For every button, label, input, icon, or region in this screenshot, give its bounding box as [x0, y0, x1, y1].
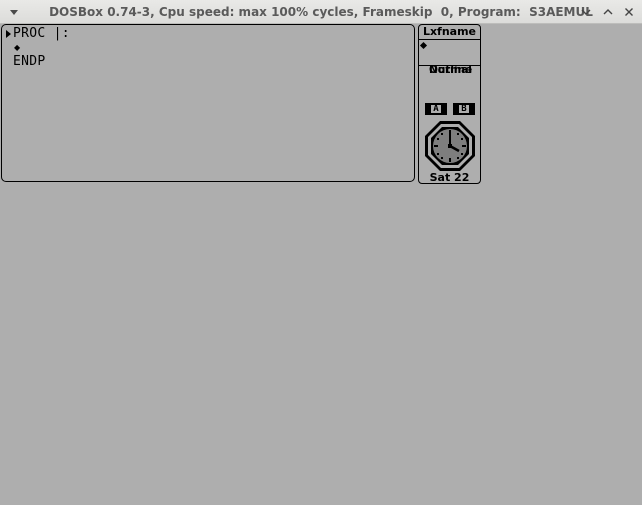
- editor-line-3[interactable]: ENDP: [13, 55, 46, 69]
- arrow-right-icon: [6, 30, 11, 38]
- option-normal[interactable]: Normal: [419, 40, 480, 76]
- dosbox-window: DOSBox 0.74-3, Cpu speed: max 100% cycle…: [0, 0, 642, 505]
- panel-title: Lxfname: [419, 25, 480, 40]
- option-outline[interactable]: Outline: [419, 52, 480, 76]
- editor-line-1[interactable]: PROC |:: [13, 27, 70, 41]
- drive-b-indicator: B: [453, 103, 475, 115]
- minimize-icon: [581, 9, 591, 15]
- drive-a-label: A: [430, 104, 442, 114]
- clock-icon: [424, 120, 476, 172]
- side-panel: Lxfname Normal Outline A B Sat 22: [418, 24, 481, 184]
- close-button[interactable]: [621, 4, 637, 20]
- title-bar[interactable]: DOSBox 0.74-3, Cpu speed: max 100% cycle…: [0, 0, 642, 24]
- panel-divider: [419, 65, 480, 66]
- date-display: Sat 22: [429, 171, 470, 184]
- selected-diamond-icon: [419, 41, 428, 50]
- emulator-screen[interactable]: PROC |: ◆ ENDP Lxfname Normal Outline A …: [0, 24, 642, 505]
- maximize-icon: [603, 9, 613, 15]
- drive-a-indicator: A: [425, 103, 447, 115]
- minimize-button[interactable]: [578, 4, 594, 20]
- diamond-icon: ◆: [14, 43, 21, 52]
- code-editor-pane[interactable]: PROC |: ◆ ENDP: [1, 24, 415, 182]
- close-icon: [625, 8, 633, 16]
- maximize-button[interactable]: [600, 4, 616, 20]
- window-title: DOSBox 0.74-3, Cpu speed: max 100% cycle…: [49, 5, 593, 19]
- drive-b-label: B: [458, 104, 470, 114]
